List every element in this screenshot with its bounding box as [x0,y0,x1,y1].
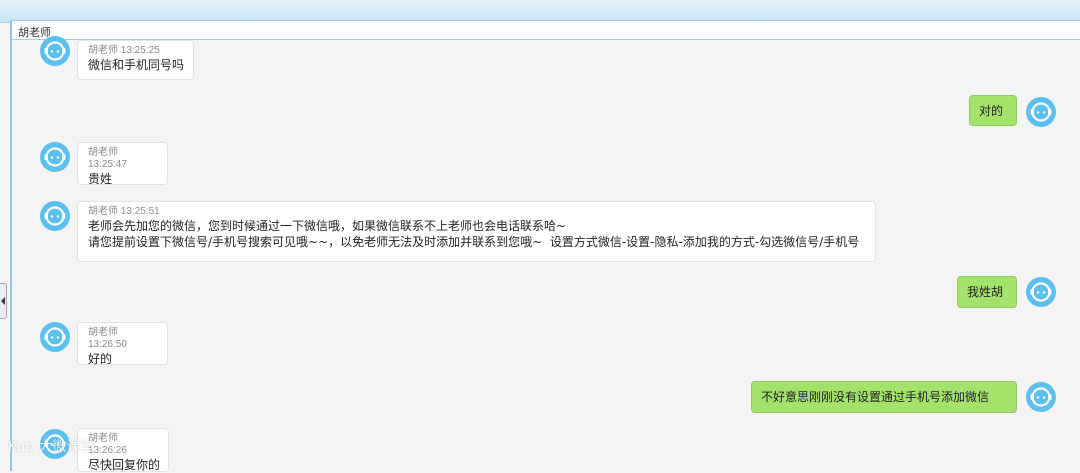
watermark: Kuo 大微课堂 [8,439,95,455]
message-text: 尽快回复你的 [88,458,161,472]
customer-service-icon [44,147,66,167]
chat-header: 胡老师 [12,21,1080,40]
contact-avatar[interactable] [40,201,70,231]
contact-avatar[interactable] [40,142,70,172]
contact-avatar[interactable] [40,36,70,66]
outgoing-message: 对的 [969,95,1017,126]
message-meta: 胡老师 13:25:51 [88,206,160,217]
outgoing-message: 我姓胡 [957,276,1017,308]
message-text: 微信和手机同号吗 [88,58,185,72]
customer-service-icon [44,327,66,347]
customer-service-icon [44,206,66,226]
chevron-left-icon [1,297,5,305]
incoming-message: 胡老师 13:25:25 微信和手机同号吗 [77,40,194,80]
message-text: 贵姓 [88,172,113,186]
user-avatar[interactable] [1026,97,1056,127]
customer-service-icon [1030,387,1052,407]
customer-service-icon [1030,282,1052,302]
message-meta: 胡老师 13:25:47 [88,147,127,170]
collapse-sidebar-handle[interactable] [0,283,7,319]
user-avatar[interactable] [1026,382,1056,412]
user-avatar[interactable] [1026,277,1056,307]
message-meta: 胡老师 13:26:26 [88,433,127,456]
customer-service-icon [1030,102,1052,122]
incoming-message: 胡老师 13:26:50 好的 [77,322,168,366]
incoming-message: 胡老师 13:25:47 贵姓 [77,142,168,186]
message-meta: 胡老师 13:26:50 [88,327,127,350]
incoming-message: 胡老师 13:25:51 老师会先加您的微信，您到时候通过一下微信哦，如果微信联… [77,201,876,262]
customer-service-icon [44,41,66,61]
message-text: 老师会先加您的微信，您到时候通过一下微信哦，如果微信联系不上老师也会电话联系哈~… [88,219,860,249]
outgoing-message: 不好意思刚刚没有设置通过手机号添加微信 [751,381,1017,413]
contact-avatar[interactable] [40,322,70,352]
message-text: 好的 [88,352,113,366]
message-meta: 胡老师 13:25:25 [88,45,160,56]
